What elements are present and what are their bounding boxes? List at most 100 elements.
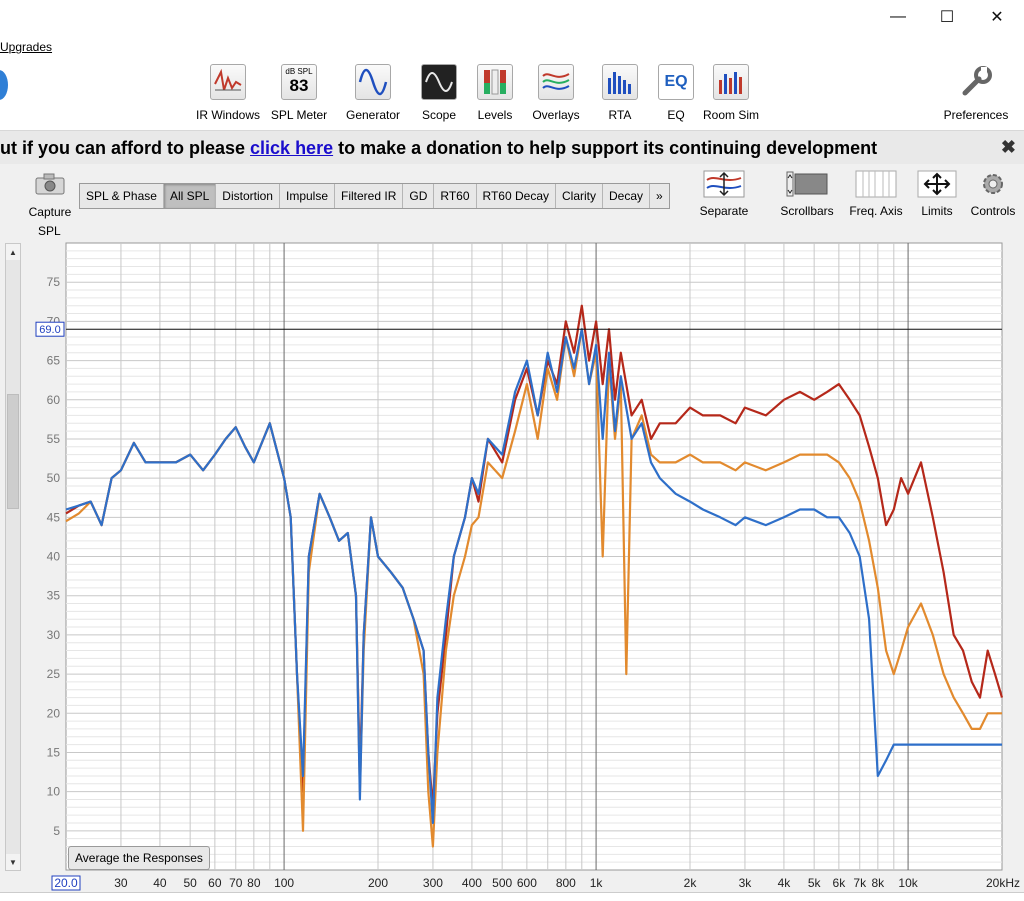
y-tick-label: 75	[47, 275, 61, 289]
levels-button[interactable]: Levels	[470, 64, 520, 126]
tab-rt60[interactable]: RT60	[434, 184, 477, 208]
preferences-label: Preferences	[943, 108, 1009, 122]
spl-chart[interactable]: 5101520253035404550556065707530 40 50 60 70 8…	[0, 240, 1024, 892]
menu-bar: Upgrades	[0, 34, 1024, 60]
donation-link[interactable]: click here	[250, 138, 333, 158]
spl-meter-button[interactable]: dB SPL 83 SPL Meter	[268, 64, 330, 126]
tab-filtered-ir[interactable]: Filtered IR	[335, 184, 404, 208]
x-tick-label: 20kHz	[986, 876, 1020, 890]
app-logo-icon	[0, 70, 8, 100]
levels-icon	[477, 64, 513, 100]
y-tick-label: 55	[47, 432, 61, 446]
x-tick-label: 10k	[898, 876, 918, 890]
spl-meter-caption: dB SPL	[285, 67, 313, 76]
x-tick-label: 1k	[590, 876, 604, 890]
limits-button[interactable]: Limits	[914, 170, 960, 218]
ir-windows-button[interactable]: IR Windows	[193, 64, 263, 126]
x-tick-label: 300	[423, 876, 443, 890]
separate-label: Separate	[699, 204, 749, 218]
x-tick-label: 60	[208, 876, 222, 890]
y-tick-label: 50	[47, 471, 61, 485]
menu-upgrades[interactable]: Upgrades	[0, 40, 52, 54]
scrollbars-button[interactable]: Scrollbars	[778, 170, 836, 218]
scope-button[interactable]: Scope	[414, 64, 464, 126]
y-tick-label: 5	[53, 824, 60, 838]
y-tick-label: 65	[47, 354, 61, 368]
graph-toolbar: Capture SPL & Phase All SPL Distortion I…	[0, 164, 1024, 240]
y-tick-label: 25	[47, 667, 61, 681]
limits-icon	[917, 170, 957, 198]
tab-rt60-decay[interactable]: RT60 Decay	[477, 184, 556, 208]
y-tick-label: 35	[47, 589, 61, 603]
tab-all-spl[interactable]: All SPL	[163, 184, 217, 208]
x-tick-label: 70	[229, 876, 243, 890]
main-toolbar: IR Windows dB SPL 83 SPL Meter Generator…	[0, 60, 1024, 131]
eq-icon: EQ	[658, 64, 694, 100]
y-tick-label: 60	[47, 393, 61, 407]
tab-distortion[interactable]: Distortion	[216, 184, 280, 208]
separate-button[interactable]: Separate	[698, 170, 750, 218]
room-sim-label: Room Sim	[702, 108, 759, 122]
scope-icon	[421, 64, 457, 100]
banner-close-icon[interactable]: ✖	[1001, 137, 1016, 158]
spl-meter-icon: dB SPL 83	[281, 64, 317, 100]
controls-button[interactable]: Controls	[968, 170, 1018, 218]
freq-axis-button[interactable]: Freq. Axis	[846, 170, 906, 218]
x-tick-label: 8k	[871, 876, 885, 890]
banner-text-after: to make a donation to help support its c…	[333, 138, 878, 158]
banner-text: ut if you can afford to please click her…	[0, 138, 877, 159]
capture-button[interactable]: Capture	[26, 172, 74, 219]
x-start-label: 20.0	[54, 876, 78, 890]
close-button[interactable]: ✕	[974, 0, 1020, 34]
tab-decay[interactable]: Decay	[603, 184, 651, 208]
room-sim-button[interactable]: Room Sim	[702, 64, 760, 126]
average-responses-button[interactable]: Average the Responses	[68, 846, 210, 870]
freq-axis-icon	[855, 170, 897, 198]
y-tick-label: 30	[47, 628, 61, 642]
rta-label: RTA	[608, 108, 632, 122]
y-tick-label: 45	[47, 510, 61, 524]
wrench-icon	[958, 64, 994, 100]
room-sim-icon	[713, 64, 749, 100]
tab-impulse[interactable]: Impulse	[280, 184, 336, 208]
y-tick-label: 40	[47, 550, 61, 564]
tab-gd[interactable]: GD	[403, 184, 435, 208]
tab-clarity[interactable]: Clarity	[556, 184, 604, 208]
overlays-button[interactable]: Overlays	[528, 64, 584, 126]
x-tick-label: 600	[517, 876, 537, 890]
tab-spl-phase[interactable]: SPL & Phase	[80, 184, 164, 208]
minimize-button[interactable]: —	[875, 0, 921, 34]
tab-more[interactable]: »	[650, 184, 669, 208]
overlays-icon	[538, 64, 574, 100]
graph-tabs: SPL & Phase All SPL Distortion Impulse F…	[79, 183, 670, 209]
x-tick-label: 40	[153, 876, 167, 890]
rta-icon	[602, 64, 638, 100]
y-axis-title: SPL	[38, 224, 61, 238]
rta-button[interactable]: RTA	[598, 64, 642, 126]
capture-label: Capture	[28, 205, 72, 219]
scrollbars-label: Scrollbars	[780, 204, 834, 218]
x-tick-label: 100	[274, 876, 294, 890]
x-tick-label: 4k	[778, 876, 792, 890]
y-tick-label: 20	[47, 706, 61, 720]
controls-label: Controls	[970, 204, 1016, 218]
x-tick-label: 800	[556, 876, 576, 890]
x-tick-label: 200	[368, 876, 388, 890]
generator-icon	[355, 64, 391, 100]
x-tick-label: 400	[462, 876, 482, 890]
scrollbars-icon	[786, 171, 828, 197]
camera-icon	[35, 173, 65, 195]
scope-label: Scope	[421, 108, 457, 122]
levels-label: Levels	[477, 108, 513, 122]
eq-label: EQ	[667, 108, 685, 122]
x-tick-label: 5k	[808, 876, 822, 890]
maximize-button[interactable]: ☐	[924, 0, 970, 34]
x-tick-label: 7k	[853, 876, 867, 890]
eq-button[interactable]: EQ EQ	[654, 64, 698, 126]
x-tick-label: 30	[114, 876, 128, 890]
generator-button[interactable]: Generator	[340, 64, 406, 126]
separate-icon	[703, 170, 745, 198]
preferences-button[interactable]: Preferences	[940, 64, 1012, 126]
gear-icon	[983, 174, 1003, 194]
generator-label: Generator	[345, 108, 401, 122]
